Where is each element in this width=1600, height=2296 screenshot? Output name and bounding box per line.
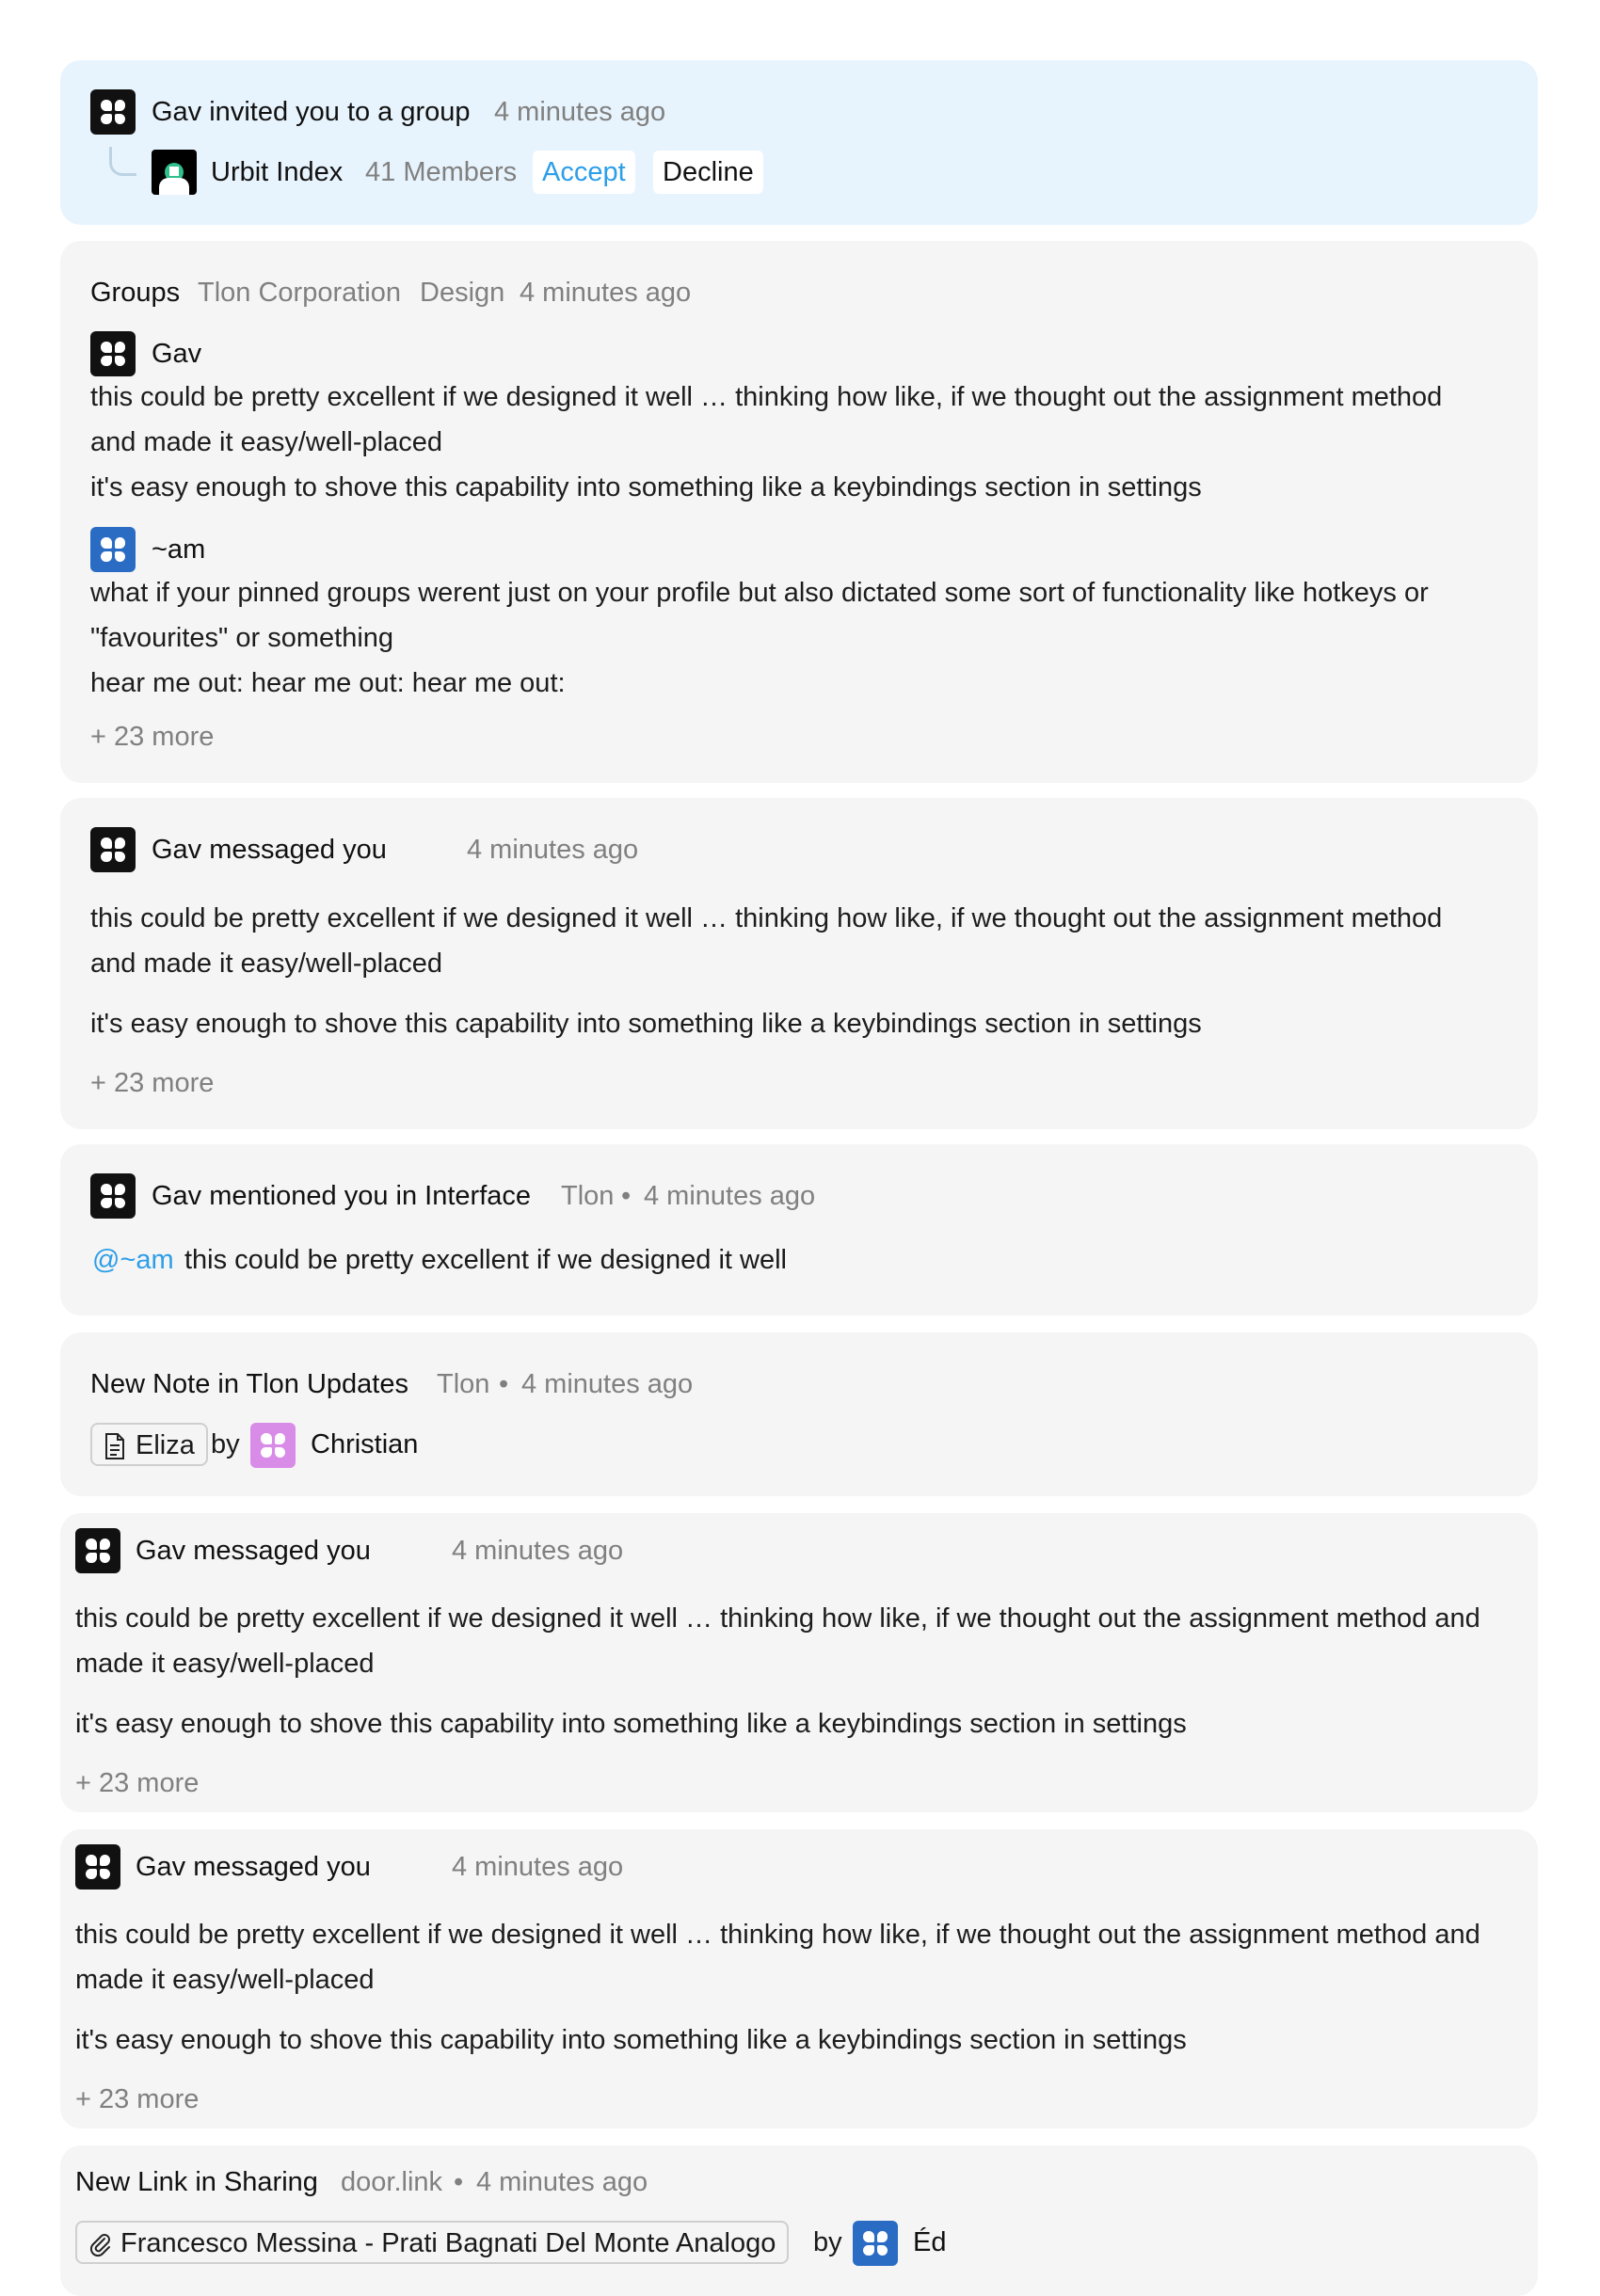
message-line: and made it easy/well-placed — [90, 427, 442, 457]
gav-avatar — [90, 1173, 136, 1219]
thread-connector — [109, 147, 136, 176]
am-avatar — [90, 527, 136, 572]
christian-avatar — [250, 1423, 296, 1468]
message-author: Gav — [152, 339, 202, 369]
gav-avatar — [90, 827, 136, 872]
notification-feed: Gav invited you to a group 4 minutes ago… — [0, 0, 1600, 2296]
message-line: this could be pretty excellent if we des… — [90, 382, 1443, 412]
message-line: and made it easy/well-placed — [90, 949, 442, 979]
dm-title: Gav messaged you — [136, 1852, 371, 1882]
activity-time: 4 minutes ago — [520, 278, 692, 308]
dm-title: Gav messaged you — [136, 1536, 371, 1566]
gav-avatar — [90, 331, 136, 376]
message-line: it's easy enough to shove this capabilit… — [90, 1009, 1202, 1039]
more-link[interactable]: + 23 more — [90, 721, 214, 753]
mention-text: this could be pretty excellent if we des… — [184, 1245, 787, 1275]
message-line: what if your pinned groups werent just o… — [90, 578, 1429, 608]
invite-title: Gav invited you to a group — [152, 97, 471, 127]
message-line: hear me out: hear me out: hear me out: — [90, 668, 566, 698]
message-line: this could be pretty excellent if we des… — [75, 1603, 1480, 1634]
more-link[interactable]: + 23 more — [75, 1767, 199, 1799]
gav-avatar — [90, 89, 136, 135]
dm-time: 4 minutes ago — [467, 835, 639, 865]
message-line: it's easy enough to shove this capabilit… — [75, 1709, 1187, 1739]
link-source[interactable]: door.link — [341, 2166, 442, 2198]
group-name[interactable]: Urbit Index — [211, 156, 343, 188]
invite-time: 4 minutes ago — [494, 97, 666, 127]
note-name: Eliza — [136, 1430, 195, 1460]
message-line: this could be pretty excellent if we des… — [90, 903, 1443, 933]
dm-notification[interactable]: Gav messaged you 4 minutes ago this coul… — [60, 1829, 1538, 2129]
mention-group[interactable]: Tlon — [561, 1180, 614, 1212]
mention-handle[interactable]: @~am — [92, 1244, 174, 1276]
accept-button[interactable]: Accept — [533, 151, 635, 194]
dm-notification[interactable]: Gav messaged you 4 minutes ago this coul… — [60, 1513, 1538, 1812]
note-title: New Note in Tlon Updates — [90, 1369, 408, 1399]
mention-notification[interactable]: Gav mentioned you in Interface Tlon • 4 … — [60, 1144, 1538, 1315]
separator-dot: • — [454, 2167, 464, 2197]
group-name[interactable]: Tlon Corporation — [198, 277, 401, 309]
document-icon — [105, 1433, 124, 1459]
link-name: Francesco Messina - Prati Bagnati Del Mo… — [120, 2228, 776, 2258]
note-author[interactable]: Christian — [311, 1428, 418, 1460]
dm-notification[interactable]: Gav messaged you 4 minutes ago this coul… — [60, 798, 1538, 1129]
group-activity-notification[interactable]: Groups Tlon Corporation Design 4 minutes… — [60, 241, 1538, 783]
message-line: made it easy/well-placed — [75, 1649, 375, 1679]
message-line: this could be pretty excellent if we des… — [75, 1920, 1480, 1950]
mention-time: 4 minutes ago — [644, 1181, 816, 1211]
by-label: by — [211, 1429, 240, 1459]
note-time: 4 minutes ago — [521, 1369, 694, 1399]
more-link[interactable]: + 23 more — [75, 2083, 199, 2115]
link-author[interactable]: Éd — [913, 2226, 946, 2258]
dm-title: Gav messaged you — [152, 835, 387, 865]
note-chip[interactable]: Eliza — [90, 1423, 208, 1466]
dm-time: 4 minutes ago — [452, 1536, 624, 1566]
gav-avatar — [75, 1844, 120, 1889]
link-time: 4 minutes ago — [476, 2167, 648, 2197]
message-line: "favourites" or something — [90, 623, 394, 653]
note-notification[interactable]: New Note in Tlon Updates Tlon • 4 minute… — [60, 1332, 1538, 1496]
link-title: New Link in Sharing — [75, 2167, 318, 2197]
invite-notification[interactable]: Gav invited you to a group 4 minutes ago… — [60, 60, 1538, 225]
ed-avatar — [853, 2221, 898, 2266]
activity-type: Groups — [90, 278, 181, 308]
link-notification[interactable]: New Link in Sharing door.link • 4 minute… — [60, 2145, 1538, 2296]
message-line: it's easy enough to shove this capabilit… — [75, 2025, 1187, 2055]
message-line: made it easy/well-placed — [75, 1965, 375, 1995]
note-group[interactable]: Tlon — [437, 1368, 489, 1400]
gav-avatar — [75, 1528, 120, 1573]
by-label: by — [813, 2227, 842, 2257]
separator-dot: • — [621, 1181, 632, 1211]
message-line: it's easy enough to shove this capabilit… — [90, 472, 1202, 502]
paperclip-icon — [89, 2234, 110, 2257]
more-link[interactable]: + 23 more — [90, 1067, 214, 1099]
dm-time: 4 minutes ago — [452, 1852, 624, 1882]
decline-button[interactable]: Decline — [653, 151, 763, 194]
message-author: ~am — [152, 534, 206, 565]
link-chip[interactable]: Francesco Messina - Prati Bagnati Del Mo… — [75, 2221, 790, 2264]
mention-title: Gav mentioned you in Interface — [152, 1181, 532, 1211]
group-avatar — [152, 150, 197, 195]
channel-name[interactable]: Design — [420, 277, 504, 309]
separator-dot: • — [499, 1369, 509, 1399]
member-count: 41 Members — [365, 157, 518, 187]
